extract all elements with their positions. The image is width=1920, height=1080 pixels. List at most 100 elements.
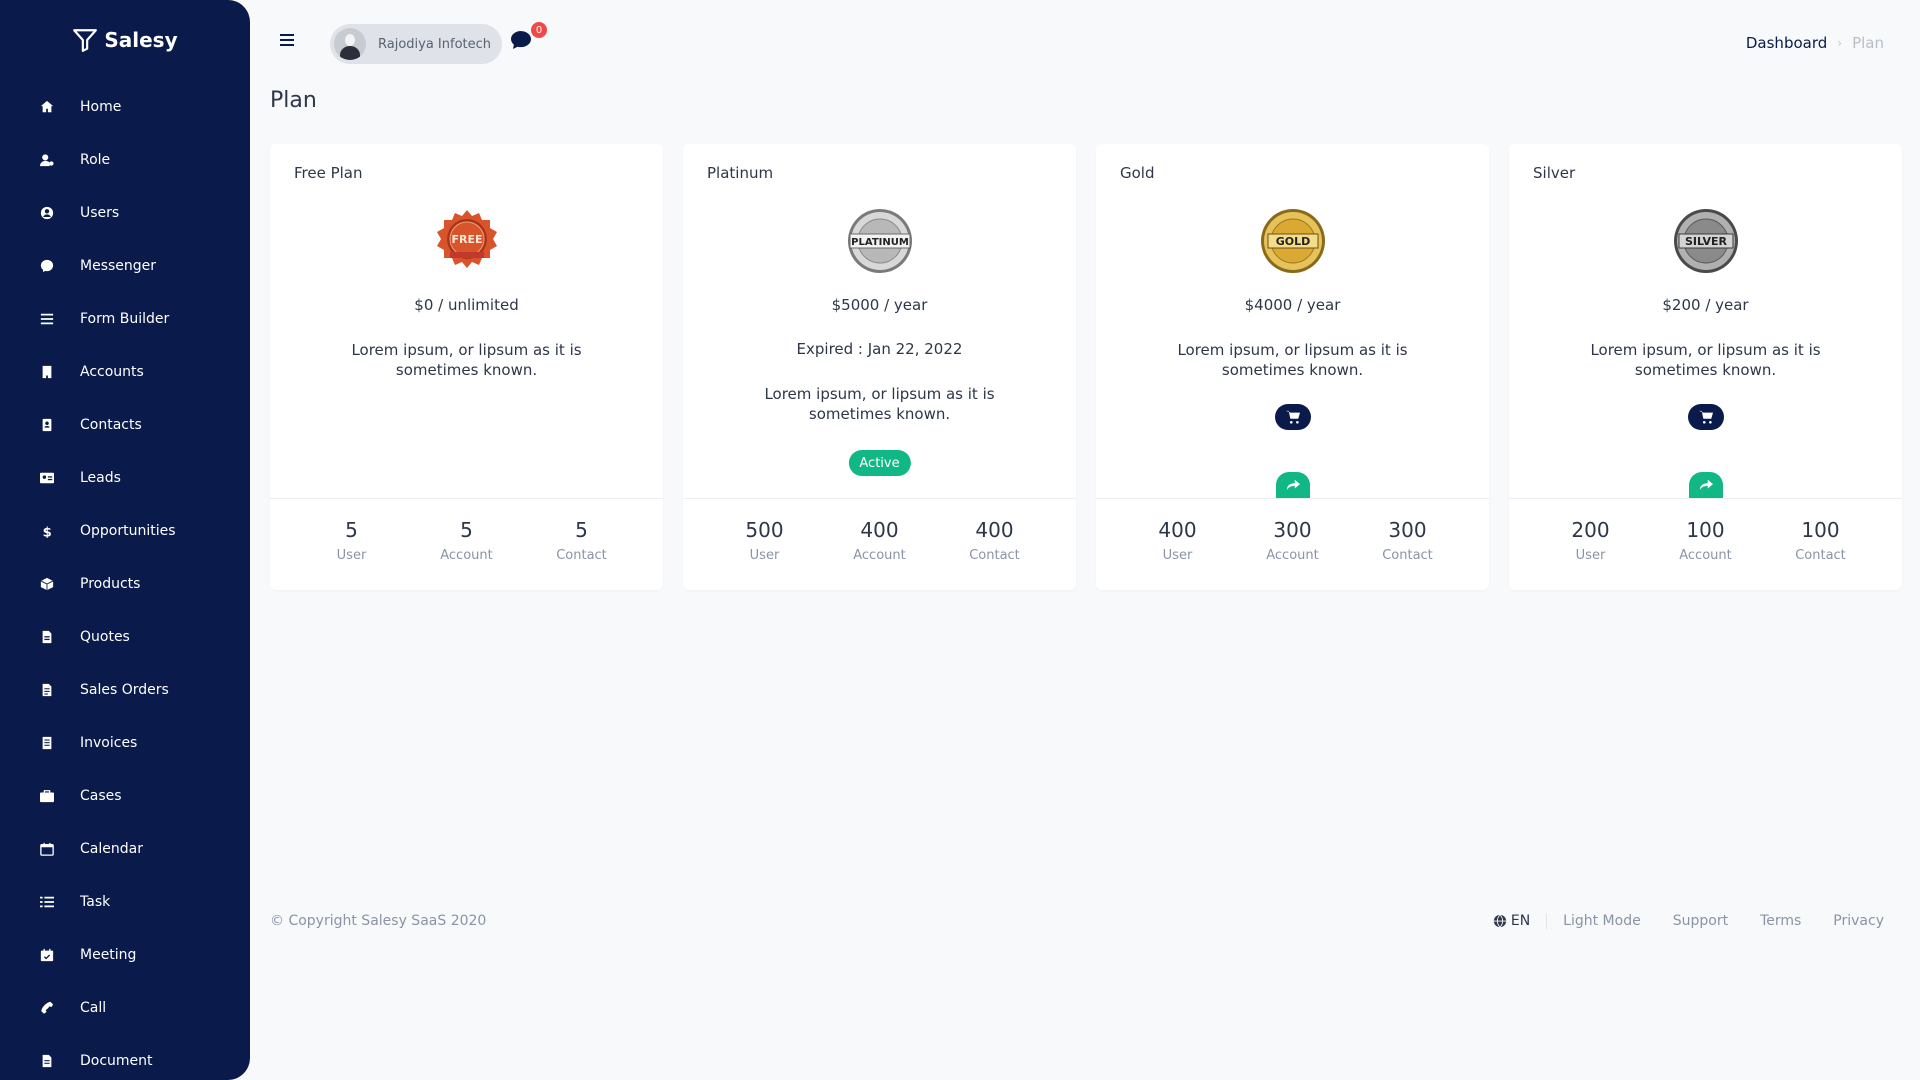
sidebar-item-users[interactable]: Users	[0, 186, 250, 239]
sidebar-item-contacts[interactable]: Contacts	[0, 398, 250, 451]
stat-label: Contact	[969, 548, 1020, 563]
sidebar-item-task[interactable]: Task	[0, 875, 250, 928]
sidebar-item-label: Calendar	[80, 840, 143, 857]
sidebar-item-document[interactable]: Document	[0, 1034, 250, 1080]
sidebar-item-invoices[interactable]: Invoices	[0, 716, 250, 769]
sidebar-item-messenger[interactable]: Messenger	[0, 239, 250, 292]
messenger-icon	[40, 259, 54, 273]
sidebar-item-role[interactable]: Role	[0, 133, 250, 186]
plan-stats: 500 User 400 Account 400 Contact	[683, 518, 1076, 563]
cart-icon	[1698, 410, 1713, 424]
stat-label: Contact	[1382, 548, 1433, 563]
stat-label: Account	[1679, 548, 1732, 563]
plan-stats: 5 User 5 Account 5 Contact	[270, 518, 663, 563]
plan-stats: 400 User 300 Account 300 Contact	[1096, 518, 1489, 563]
sidebar-item-label: Role	[80, 151, 111, 168]
phone-icon	[40, 1001, 54, 1015]
plan-stats: 200 User 100 Account 100 Contact	[1509, 518, 1902, 563]
list-icon	[40, 312, 54, 326]
sidebar-item-products[interactable]: Products	[0, 557, 250, 610]
footer-links: EN Light Mode Support Terms Privacy	[1493, 913, 1884, 929]
sidebar-item-label: Invoices	[80, 734, 138, 751]
sidebar-nav: Home Role Users Messenger Form Builder A…	[0, 80, 250, 1080]
briefcase-icon	[40, 789, 54, 803]
buy-plan-button[interactable]	[1687, 404, 1724, 430]
stat-value: 100	[1686, 518, 1725, 542]
chat-icon[interactable]	[510, 30, 532, 50]
plan-card-gold: Gold GOLD $4000 / year Lorem ipsum, or l…	[1096, 144, 1489, 590]
sidebar-item-opportunities[interactable]: $ Opportunities	[0, 504, 250, 557]
sidebar-item-call[interactable]: Call	[0, 981, 250, 1034]
stat-value: 5	[460, 518, 473, 542]
sidebar-item-leads[interactable]: Leads	[0, 451, 250, 504]
breadcrumb-dashboard[interactable]: Dashboard	[1746, 34, 1827, 52]
gold-badge-icon: GOLD	[1260, 208, 1326, 274]
privacy-link[interactable]: Privacy	[1833, 913, 1884, 929]
plan-price: $5000 / year	[831, 296, 928, 314]
sidebar-item-quotes[interactable]: Quotes	[0, 610, 250, 663]
sidebar-item-meeting[interactable]: Meeting	[0, 928, 250, 981]
stat-label: Contact	[556, 548, 607, 563]
notification-badge: 0	[531, 22, 547, 38]
avatar	[334, 28, 366, 60]
sidebar-item-label: Opportunities	[80, 522, 176, 539]
stat-value: 400	[975, 518, 1014, 542]
stat-contact: 400 Contact	[945, 518, 1045, 563]
stat-label: Account	[440, 548, 493, 563]
svg-text:$: $	[43, 525, 52, 538]
stat-value: 5	[575, 518, 588, 542]
divider	[1096, 498, 1489, 499]
sidebar-item-home[interactable]: Home	[0, 80, 250, 133]
stat-label: Account	[853, 548, 906, 563]
sidebar-item-sales-orders[interactable]: Sales Orders	[0, 663, 250, 716]
id-card-icon	[40, 471, 54, 485]
sidebar-item-calendar[interactable]: Calendar	[0, 822, 250, 875]
stat-label: User	[749, 548, 780, 563]
light-mode-link[interactable]: Light Mode	[1563, 913, 1641, 929]
cart-icon	[1285, 410, 1300, 424]
receipt-icon	[40, 736, 54, 750]
share-icon	[1699, 479, 1713, 491]
stat-contact: 100 Contact	[1771, 518, 1871, 563]
silver-badge-icon: SILVER	[1673, 208, 1739, 274]
sidebar-item-label: Meeting	[80, 946, 137, 963]
language-selector[interactable]: EN	[1493, 913, 1548, 929]
plan-price: $4000 / year	[1244, 296, 1341, 314]
sidebar-item-cases[interactable]: Cases	[0, 769, 250, 822]
sidebar-item-label: Home	[80, 98, 122, 115]
buy-plan-button[interactable]	[1274, 404, 1311, 430]
stat-account: 100 Account	[1656, 518, 1756, 563]
stat-label: Contact	[1795, 548, 1846, 563]
user-menu[interactable]: Rajodiya Infotech	[330, 24, 502, 64]
plan-card-free: Free Plan FREE $0 / unlimited Lorem ipsu…	[270, 144, 663, 590]
free-badge-icon: FREE	[434, 208, 500, 274]
top-header: Rajodiya Infotech 0 Dashboard › Plan	[250, 0, 1920, 86]
sidebar-item-form-builder[interactable]: Form Builder	[0, 292, 250, 345]
user-cog-icon	[40, 153, 54, 167]
dollar-icon: $	[40, 524, 54, 538]
language-label: EN	[1510, 913, 1531, 929]
sidebar-item-label: Messenger	[80, 257, 157, 274]
brand-logo[interactable]: Salesy	[0, 0, 250, 80]
task-list-icon	[40, 895, 54, 909]
brand-name: Salesy	[104, 28, 178, 52]
stat-contact: 300 Contact	[1358, 518, 1458, 563]
share-plan-button[interactable]	[1688, 472, 1723, 498]
share-plan-button[interactable]	[1275, 472, 1310, 498]
support-link[interactable]: Support	[1673, 913, 1728, 929]
stat-label: Account	[1266, 548, 1319, 563]
document-icon	[40, 1054, 54, 1068]
stat-contact: 5 Contact	[532, 518, 632, 563]
plan-cards: Free Plan FREE $0 / unlimited Lorem ipsu…	[270, 144, 1902, 590]
terms-link[interactable]: Terms	[1760, 913, 1801, 929]
sidebar-item-label: Users	[80, 204, 120, 221]
plan-name: Free Plan	[294, 164, 363, 182]
user-name: Rajodiya Infotech	[378, 36, 492, 52]
menu-toggle-icon[interactable]	[280, 34, 294, 46]
platinum-badge-icon: PLATINUM	[847, 208, 913, 274]
user-circle-icon	[40, 206, 54, 220]
stat-value: 5	[345, 518, 358, 542]
sidebar-item-accounts[interactable]: Accounts	[0, 345, 250, 398]
stat-value: 300	[1388, 518, 1427, 542]
stat-account: 400 Account	[830, 518, 930, 563]
